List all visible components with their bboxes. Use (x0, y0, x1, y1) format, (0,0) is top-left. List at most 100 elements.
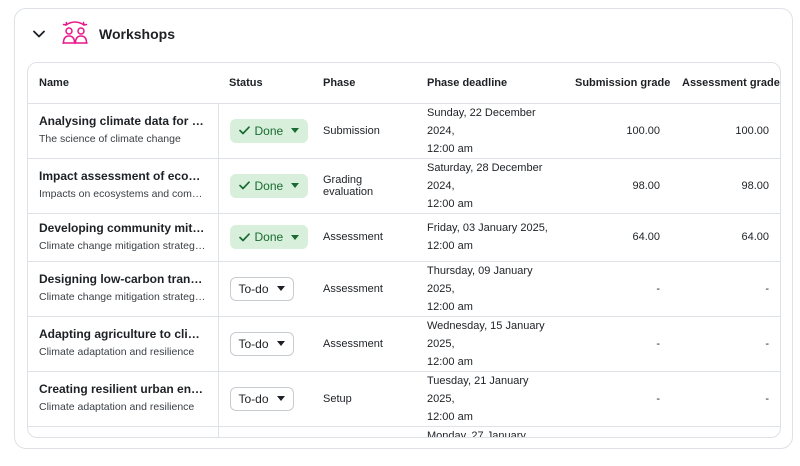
deadline-time: 12:00 am (427, 197, 473, 210)
section-header: Workshops (31, 21, 175, 47)
column-header-status[interactable]: Status (218, 63, 312, 104)
assessment-grade-cell: - (671, 426, 780, 437)
deadline-cell: Tuesday, 21 January 2025, 12:00 am (416, 371, 564, 427)
deadline-date: Wednesday, 15 January 2025, (427, 319, 545, 350)
phase-cell: Assessment (312, 213, 416, 262)
deadline-time: 12:00 am (427, 240, 473, 252)
workshop-name-link[interactable]: Designing low-carbon transpo... (39, 271, 207, 288)
status-cell: To-do (218, 426, 312, 437)
status-dropdown[interactable]: Done (229, 173, 309, 198)
workshop-name-link[interactable]: Developing community mitigat... (39, 220, 207, 237)
table-row: Drafting international climate... Global… (28, 426, 780, 438)
status-dropdown[interactable]: Done (229, 118, 309, 143)
assessment-grade-cell: 100.00 (671, 103, 780, 159)
deadline-date: Monday, 27 January 2025, (427, 429, 526, 438)
section-title: Workshops (99, 26, 175, 42)
submission-grade-cell: - (564, 316, 671, 372)
phase-cell: Grading evaluation (312, 158, 416, 214)
table-header-row: Name Status Phase Phase deadline Submiss… (28, 63, 780, 104)
check-icon (238, 232, 250, 242)
assessment-grade-cell: - (671, 371, 780, 427)
deadline-date: Saturday, 28 December 2024, (427, 161, 543, 192)
status-dropdown[interactable]: Done (229, 225, 309, 249)
workshop-name-link[interactable]: Analysing climate data for tre... (39, 113, 207, 130)
table-row: Analysing climate data for tre... The sc… (28, 103, 780, 159)
status-dropdown[interactable]: To-do (229, 331, 294, 356)
submission-grade-cell: - (564, 261, 671, 317)
workshop-name-link[interactable]: Adapting agriculture to climat... (39, 326, 207, 343)
workshop-name-cell: Developing community mitigat... Climate … (28, 213, 219, 262)
workshop-name-cell: Creating resilient urban envir... Climat… (28, 371, 219, 427)
submission-grade-cell: - (564, 426, 671, 437)
status-cell: To-do (218, 371, 312, 427)
deadline-time: 12:00 am (427, 355, 473, 368)
table-row: Developing community mitigat... Climate … (28, 213, 780, 262)
status-cell: To-do (218, 316, 312, 372)
caret-down-icon (291, 183, 300, 188)
submission-grade-cell: - (564, 371, 671, 427)
deadline-cell: Thursday, 09 January 2025, 12:00 am (416, 261, 564, 317)
table-row: Impact assessment of ecosyst... Impacts … (28, 158, 780, 214)
table-row: Designing low-carbon transpo... Climate … (28, 261, 780, 317)
caret-down-icon (276, 396, 285, 401)
assessment-grade-cell: - (671, 316, 780, 372)
deadline-date: Sunday, 22 December 2024, (427, 106, 536, 137)
workshop-course: The science of climate change (39, 133, 181, 145)
table-row: Adapting agriculture to climat... Climat… (28, 316, 780, 372)
deadline-time: 12:00 am (427, 142, 473, 155)
table-row: Creating resilient urban envir... Climat… (28, 371, 780, 427)
workshop-icon (61, 21, 89, 47)
column-header-phase[interactable]: Phase (312, 63, 416, 104)
assessment-grade-cell: 64.00 (671, 213, 780, 262)
workshop-name-link[interactable]: Impact assessment of ecosyst... (39, 168, 207, 185)
workshop-name-cell: Adapting agriculture to climat... Climat… (28, 316, 219, 372)
phase-cell: Setup (312, 426, 416, 437)
status-label: Done (254, 123, 284, 138)
status-label: Done (254, 230, 284, 244)
column-header-name[interactable]: Name (28, 63, 218, 104)
deadline-cell: Sunday, 22 December 2024, 12:00 am (416, 103, 564, 159)
status-label: Done (254, 178, 284, 193)
workshop-name-link[interactable]: Drafting international climate... (39, 436, 207, 437)
caret-down-icon (291, 234, 300, 240)
column-header-assessment-grade[interactable]: Assessment grade (671, 63, 780, 104)
deadline-cell: Friday, 03 January 2025, 12:00 am (416, 213, 564, 262)
status-cell: Done (218, 213, 312, 262)
assessment-grade-cell: - (671, 261, 780, 317)
submission-grade-cell: 64.00 (564, 213, 671, 262)
deadline-date: Thursday, 09 January 2025, (427, 264, 533, 295)
status-cell: To-do (218, 261, 312, 317)
phase-cell: Assessment (312, 261, 416, 317)
workshop-course: Climate adaptation and resilience (39, 346, 195, 358)
deadline-cell: Wednesday, 15 January 2025, 12:00 am (416, 316, 564, 372)
assessment-grade-cell: 98.00 (671, 158, 780, 214)
status-label: To-do (238, 336, 269, 351)
workshop-name-cell: Analysing climate data for tre... The sc… (28, 103, 219, 159)
phase-cell: Submission (312, 103, 416, 159)
deadline-date: Tuesday, 21 January 2025, (427, 374, 529, 405)
phase-cell: Setup (312, 371, 416, 427)
check-icon (238, 126, 250, 135)
workshop-course: Climate change mitigation strategies (39, 239, 207, 252)
status-dropdown[interactable]: To-do (229, 386, 294, 411)
workshops-table: Name Status Phase Phase deadline Submiss… (27, 62, 781, 438)
workshop-course: Impacts on ecosystems and comm... (39, 188, 207, 200)
status-label: To-do (238, 391, 269, 406)
workshop-name-cell: Designing low-carbon transpo... Climate … (28, 261, 219, 317)
workshops-card: Workshops Name Status Phase Phase deadli… (14, 8, 793, 449)
workshop-name-link[interactable]: Creating resilient urban envir... (39, 381, 207, 398)
status-dropdown[interactable]: To-do (229, 276, 294, 301)
deadline-date: Friday, 03 January 2025, (427, 222, 548, 234)
submission-grade-cell: 98.00 (564, 158, 671, 214)
workshop-course: Climate adaptation and resilience (39, 401, 195, 413)
phase-cell: Assessment (312, 316, 416, 372)
column-header-submission-grade[interactable]: Submission grade (564, 63, 671, 104)
status-cell: Done (218, 103, 312, 159)
column-header-phase-deadline[interactable]: Phase deadline (416, 63, 564, 104)
deadline-time: 12:00 am (427, 410, 473, 423)
chevron-down-icon[interactable] (31, 26, 47, 42)
deadline-time: 12:00 am (427, 300, 473, 313)
caret-down-icon (276, 286, 285, 291)
workshop-name-cell: Impact assessment of ecosyst... Impacts … (28, 158, 219, 214)
check-icon (238, 181, 250, 190)
